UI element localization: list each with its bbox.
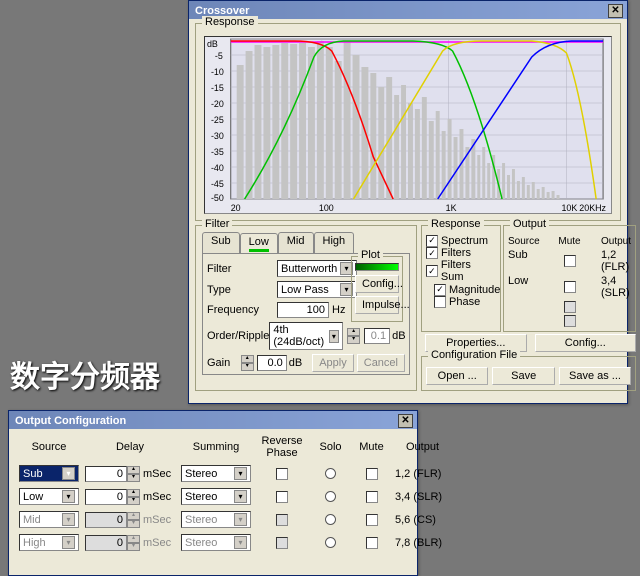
tab-mid[interactable]: Mid bbox=[278, 232, 314, 253]
filter-group: Filter Sub Low Mid High Filter Butterwor… bbox=[195, 225, 417, 391]
delay-high bbox=[85, 535, 127, 551]
plot-group: Plot Config... Impulse... bbox=[351, 256, 403, 322]
config-file-group: Configuration File Open ... Save Save as… bbox=[421, 356, 636, 391]
chk-phase[interactable]: Phase bbox=[434, 296, 480, 308]
svg-text:-25: -25 bbox=[211, 115, 224, 125]
mute-low[interactable] bbox=[564, 281, 576, 293]
page-label-cn: 数字分频器 bbox=[10, 352, 160, 396]
svg-text:20KHz: 20KHz bbox=[579, 203, 606, 213]
ripple-spinner[interactable]: ▴▾ bbox=[347, 328, 360, 344]
save-button[interactable]: Save bbox=[492, 367, 554, 385]
chk-magnitude[interactable]: ✓Magnitude bbox=[434, 284, 500, 296]
output-config-title: Output Configuration bbox=[15, 415, 126, 427]
svg-text:-15: -15 bbox=[211, 83, 224, 93]
tab-high[interactable]: High bbox=[314, 232, 355, 253]
filter-label: Filter bbox=[207, 263, 277, 275]
solo-high[interactable] bbox=[325, 537, 336, 548]
response-svg: dB -5 -10 -15 -20 -25 -30 -35 -40 -45 -5… bbox=[205, 37, 611, 213]
solo-sub[interactable] bbox=[325, 468, 336, 479]
svg-text:-30: -30 bbox=[211, 131, 224, 141]
chk-filters[interactable]: ✓Filters bbox=[426, 247, 471, 259]
mute-sub[interactable] bbox=[564, 255, 576, 267]
svg-text:-35: -35 bbox=[211, 147, 224, 157]
crossover-title: Crossover bbox=[195, 5, 249, 17]
mute-sub2[interactable] bbox=[366, 468, 378, 480]
sum-sub[interactable]: Stereo▾ bbox=[181, 465, 251, 482]
gain-spinner[interactable]: ▴▾ bbox=[241, 355, 254, 371]
svg-text:-20: -20 bbox=[211, 99, 224, 109]
mute-mid2[interactable] bbox=[366, 514, 378, 526]
src-mid: Mid▾ bbox=[19, 511, 79, 528]
gain-input[interactable] bbox=[257, 355, 287, 371]
freq-input[interactable] bbox=[277, 302, 329, 318]
type-combo[interactable]: Low Pass▾ bbox=[277, 281, 357, 298]
impulse-button[interactable]: Impulse... bbox=[355, 296, 399, 314]
tab-low[interactable]: Low bbox=[240, 233, 278, 254]
mute-high2[interactable] bbox=[366, 537, 378, 549]
mute-3 bbox=[564, 301, 576, 313]
svg-text:100: 100 bbox=[319, 203, 334, 213]
response-graph[interactable]: dB -5 -10 -15 -20 -25 -30 -35 -40 -45 -5… bbox=[204, 36, 612, 214]
freq-unit: Hz bbox=[332, 304, 345, 316]
output-group: Output Source Mute Output Sub1,2 (FLR) L… bbox=[503, 225, 636, 332]
output-config-window: Output Configuration ✕ Source Delay Summ… bbox=[8, 410, 418, 576]
mute-low2[interactable] bbox=[366, 491, 378, 503]
response-chk-group: Response ✓Spectrum ✓Filters ✓Filters Sum… bbox=[421, 225, 501, 332]
order-label: Order/Ripple bbox=[207, 330, 269, 342]
apply-button[interactable]: Apply bbox=[312, 354, 354, 372]
svg-text:-50: -50 bbox=[211, 193, 224, 203]
order-combo[interactable]: 4th (24dB/oct)▾ bbox=[269, 322, 343, 350]
delay-low[interactable] bbox=[85, 489, 127, 505]
open-button[interactable]: Open ... bbox=[426, 367, 488, 385]
svg-text:-10: -10 bbox=[211, 67, 224, 77]
type-label: Type bbox=[207, 284, 277, 296]
close-icon[interactable]: ✕ bbox=[608, 4, 623, 18]
svg-text:-5: -5 bbox=[215, 51, 223, 61]
filter-panel: Filter Butterworth▾ Type Low Pass▾ Frequ… bbox=[202, 253, 410, 375]
freq-label: Frequency bbox=[207, 304, 277, 316]
sum-mid: Stereo▾ bbox=[181, 511, 251, 528]
plot-colorbar bbox=[355, 263, 399, 271]
svg-text:-45: -45 bbox=[211, 179, 224, 189]
svg-text:-40: -40 bbox=[211, 163, 224, 173]
saveas-button[interactable]: Save as ... bbox=[559, 367, 631, 385]
svg-text:dB: dB bbox=[207, 39, 218, 49]
src-low[interactable]: Low▾ bbox=[19, 488, 79, 505]
delay-mid bbox=[85, 512, 127, 528]
close-icon[interactable]: ✕ bbox=[398, 414, 413, 428]
out-config-button[interactable]: Config... bbox=[535, 334, 637, 352]
solo-low[interactable] bbox=[325, 491, 336, 502]
mute-4 bbox=[564, 315, 576, 327]
output-config-titlebar[interactable]: Output Configuration ✕ bbox=[9, 411, 417, 429]
response-label: Response bbox=[202, 16, 258, 28]
src-high: High▾ bbox=[19, 534, 79, 551]
ripple-input bbox=[364, 328, 390, 344]
chk-filters-sum[interactable]: ✓Filters Sum bbox=[426, 259, 496, 283]
sum-low[interactable]: Stereo▾ bbox=[181, 488, 251, 505]
delay-sub[interactable] bbox=[85, 466, 127, 482]
filter-group-label: Filter bbox=[202, 218, 232, 230]
rev-sub[interactable] bbox=[276, 468, 288, 480]
filter-combo[interactable]: Butterworth▾ bbox=[277, 260, 357, 277]
sum-high: Stereo▾ bbox=[181, 534, 251, 551]
svg-text:10K: 10K bbox=[561, 203, 577, 213]
src-sub[interactable]: Sub▾ bbox=[19, 465, 79, 482]
solo-mid[interactable] bbox=[325, 514, 336, 525]
chk-spectrum[interactable]: ✓Spectrum bbox=[426, 235, 488, 247]
cancel-button[interactable]: Cancel bbox=[357, 354, 405, 372]
svg-text:1K: 1K bbox=[446, 203, 457, 213]
rev-low[interactable] bbox=[276, 491, 288, 503]
crossover-window: Crossover ✕ Response dB -5 -10 -15 -20 -… bbox=[188, 0, 628, 404]
response-group: Response dB -5 -10 -15 -20 -25 -30 -35 -… bbox=[195, 23, 621, 221]
plot-config-button[interactable]: Config... bbox=[355, 275, 399, 293]
svg-text:20: 20 bbox=[231, 203, 241, 213]
tab-sub[interactable]: Sub bbox=[202, 232, 240, 253]
gain-label: Gain bbox=[207, 357, 241, 369]
